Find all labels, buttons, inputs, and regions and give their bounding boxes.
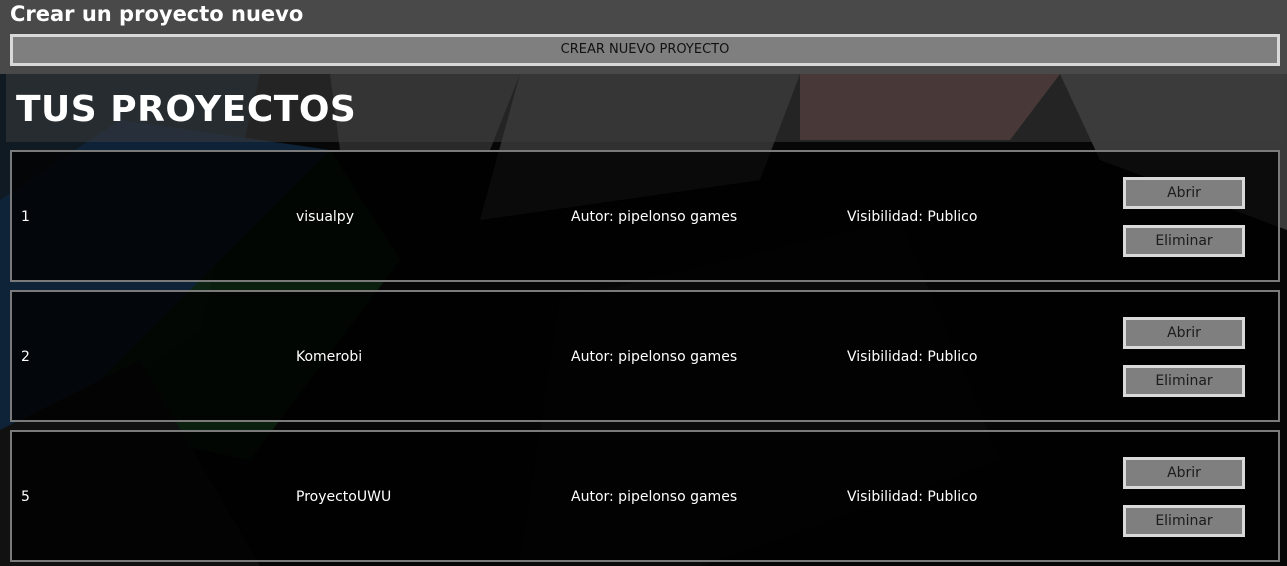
project-visibility: Visibilidad: Publico [847,489,978,505]
project-id: 1 [21,209,30,225]
create-new-project-button[interactable]: CREAR NUEVO PROYECTO [10,34,1280,66]
projects-section-title: TUS PROYECTOS [16,89,357,130]
project-author: Autor: pipelonso games [571,349,738,365]
project-id: 5 [21,489,30,505]
delete-project-button[interactable]: Eliminar [1123,225,1245,257]
project-visibility: Visibilidad: Publico [847,209,978,225]
project-author: Autor: pipelonso games [571,209,738,225]
open-project-button[interactable]: Abrir [1123,177,1245,209]
delete-project-button[interactable]: Eliminar [1123,505,1245,537]
project-author: Autor: pipelonso games [571,489,738,505]
project-card: 2 Komerobi Autor: pipelonso games Visibi… [10,290,1280,422]
project-card: 1 visualpy Autor: pipelonso games Visibi… [10,150,1280,282]
project-name: Komerobi [296,349,363,365]
create-section-title: Crear un proyecto nuevo [10,2,304,26]
project-visibility: Visibilidad: Publico [847,349,978,365]
project-card: 5 ProyectoUWU Autor: pipelonso games Vis… [10,430,1280,562]
project-name: ProyectoUWU [296,489,392,505]
project-id: 2 [21,349,30,365]
open-project-button[interactable]: Abrir [1123,457,1245,489]
project-name: visualpy [296,209,354,225]
open-project-button[interactable]: Abrir [1123,317,1245,349]
delete-project-button[interactable]: Eliminar [1123,365,1245,397]
project-list: 1 visualpy Autor: pipelonso games Visibi… [10,150,1280,566]
